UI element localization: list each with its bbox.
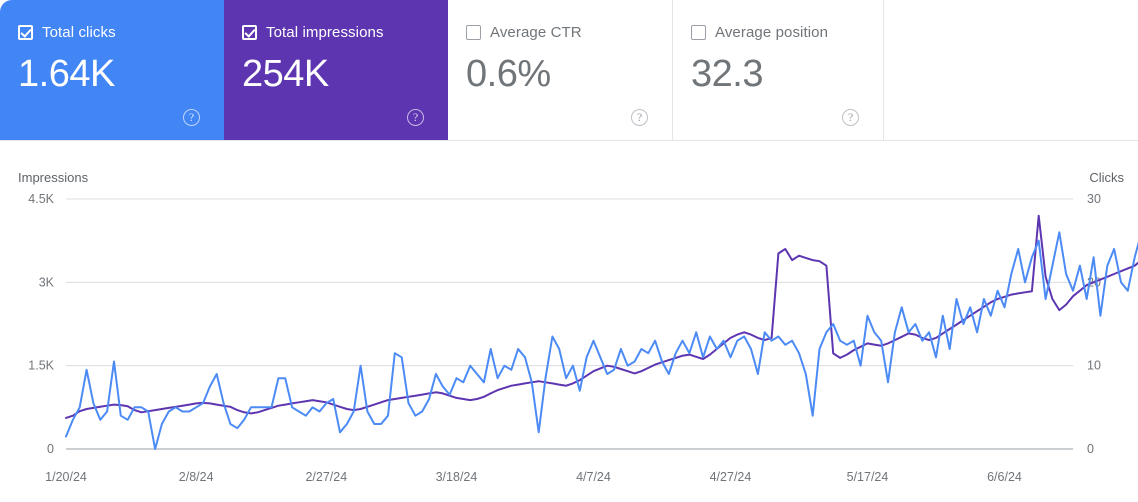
metric-card-total-clicks[interactable]: Total clicks 1.64K ? [0, 0, 224, 140]
checkbox-average-position[interactable] [691, 24, 706, 40]
metrics-row-spacer [884, 0, 1138, 140]
y-axis-tick-right: 10 [1087, 359, 1101, 373]
metric-value-average-position: 32.3 [691, 53, 763, 95]
metric-card-header: Total clicks [18, 22, 206, 42]
checkbox-total-clicks[interactable] [18, 24, 33, 40]
x-axis-tick: 2/27/24 [305, 470, 347, 484]
metrics-card-row: Total clicks 1.64K ? Total impressions 2… [0, 0, 1138, 141]
series-line-clicks [65, 231, 1138, 450]
metric-card-header: Total impressions [242, 22, 430, 42]
metric-label-average-ctr: Average CTR [490, 23, 582, 41]
y-axis-tick-left: 4.5K [28, 192, 54, 206]
metric-label-total-impressions: Total impressions [266, 23, 384, 41]
help-icon[interactable]: ? [631, 109, 648, 126]
performance-chart[interactable]: Impressions Clicks 0 1.5K 3K 4.5K 0 10 20 30 1/2… [0, 141, 1138, 502]
chart-canvas: 01.5K3K4.5K01020301/20/24 2/8/24 2/27/24 3/… [28, 192, 1138, 484]
x-axis-tick: 4/27/24 [710, 470, 752, 484]
x-axis-tick: 2/8/24 [179, 470, 214, 484]
x-axis-tick: 1/20/24 [45, 470, 87, 484]
metric-card-average-position[interactable]: Average position 32.3 ? [673, 0, 884, 140]
x-axis-tick: 5/17/24 [847, 470, 889, 484]
x-axis-tick: 6/6/24 [987, 470, 1022, 484]
checkbox-average-ctr[interactable] [466, 24, 481, 40]
help-icon[interactable]: ? [407, 109, 424, 126]
y-axis-tick-right: 30 [1087, 192, 1101, 206]
metric-card-header: Average CTR [466, 22, 654, 42]
y-axis-tick-left: 1.5K [28, 359, 54, 373]
metric-value-total-impressions: 254K [242, 53, 329, 95]
y-axis-tick-left: 3K [39, 275, 55, 289]
metric-label-total-clicks: Total clicks [42, 23, 116, 41]
y-axis-tick-left: 0 [47, 442, 54, 456]
series-line-impressions [65, 214, 1138, 419]
metric-label-average-position: Average position [715, 23, 829, 41]
x-axis-tick: 3/18/24 [436, 470, 478, 484]
metric-card-total-impressions[interactable]: Total impressions 254K ? [224, 0, 448, 140]
help-icon[interactable]: ? [842, 109, 859, 126]
help-icon[interactable]: ? [183, 109, 200, 126]
metric-card-header: Average position [691, 22, 865, 42]
x-axis-tick: 4/7/24 [576, 470, 611, 484]
metric-value-total-clicks: 1.64K [18, 53, 115, 95]
metric-value-average-ctr: 0.6% [466, 53, 551, 95]
y-axis-tick-right: 0 [1087, 442, 1094, 456]
checkbox-total-impressions[interactable] [242, 24, 257, 40]
metric-card-average-ctr[interactable]: Average CTR 0.6% ? [448, 0, 673, 140]
